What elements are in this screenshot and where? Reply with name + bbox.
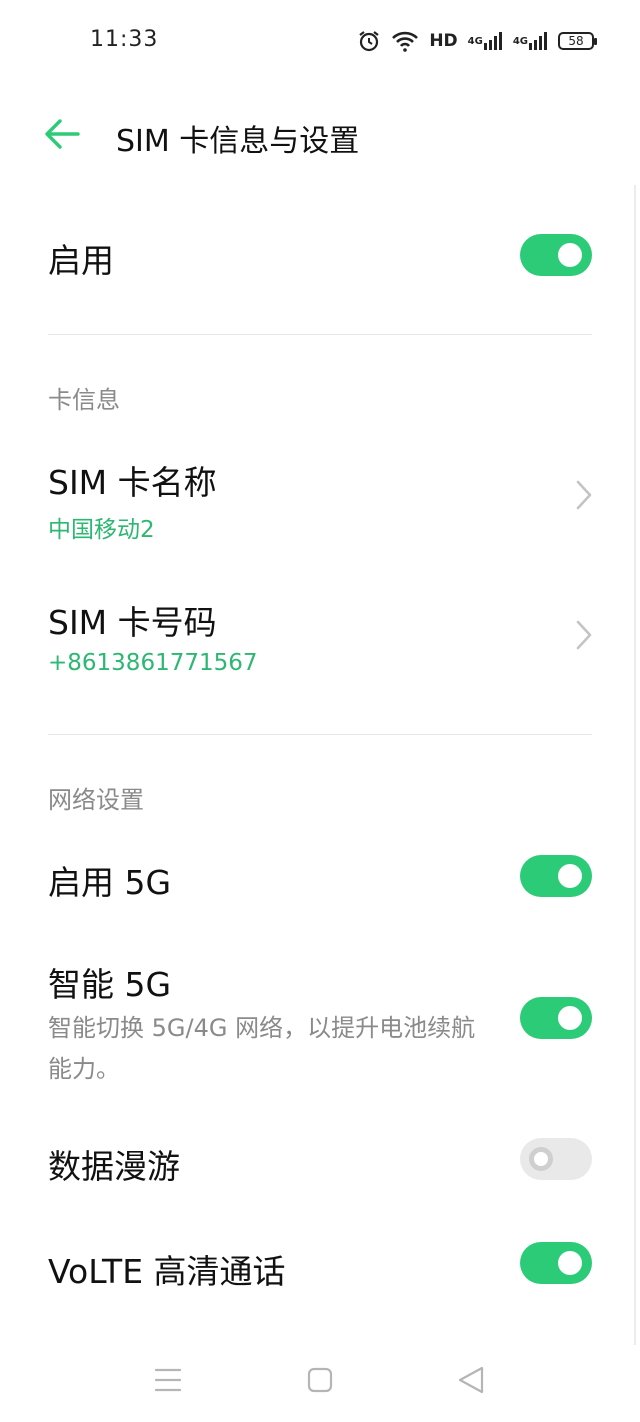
network-type-label: 4G [512, 35, 528, 47]
divider [48, 734, 592, 735]
alarm-icon [357, 29, 381, 53]
signal-icon: 4G [513, 31, 548, 51]
header: SIM 卡信息与设置 [0, 90, 640, 180]
sim-name-row[interactable]: SIM 卡名称 中国移动2 [0, 440, 640, 570]
sim-number-value: +8613861771567 [48, 650, 258, 676]
status-bar: 11:33 HD 4G 4G 58 [0, 0, 640, 84]
section-label-network-settings: 网络设置 [48, 786, 144, 814]
wifi-icon [391, 30, 419, 52]
network-type-label: 4G [467, 35, 483, 47]
home-button[interactable] [300, 1362, 340, 1398]
enable-toggle[interactable] [520, 234, 592, 276]
home-icon [307, 1367, 333, 1393]
toggle-knob [558, 864, 582, 888]
volte-row[interactable]: VoLTE 高清通话 [0, 1225, 640, 1315]
smart-5g-label: 智能 5G [48, 965, 172, 1004]
toggle-knob [558, 1251, 582, 1275]
enable-5g-row[interactable]: 启用 5G [0, 838, 640, 918]
smart-5g-toggle[interactable] [520, 997, 592, 1039]
sim-number-row[interactable]: SIM 卡号码 +8613861771567 [0, 580, 640, 710]
sim-name-label: SIM 卡名称 [48, 463, 217, 502]
data-roaming-label: 数据漫游 [48, 1147, 180, 1186]
data-roaming-row[interactable]: 数据漫游 [0, 1120, 640, 1210]
status-time: 11:33 [90, 27, 159, 52]
toggle-knob [529, 1147, 553, 1171]
navigation-bar [0, 1340, 640, 1422]
chevron-right-icon [576, 480, 592, 510]
section-label-card-info: 卡信息 [48, 386, 120, 414]
smart-5g-description: 智能切换 5G/4G 网络，以提升电池续航能力。 [48, 1014, 476, 1083]
back-arrow-icon [45, 119, 80, 149]
enable-label: 启用 [48, 241, 114, 280]
enable-row[interactable]: 启用 [0, 200, 640, 315]
back-icon [458, 1366, 484, 1394]
sim-name-value: 中国移动2 [48, 517, 155, 543]
data-roaming-toggle[interactable] [520, 1138, 592, 1180]
back-button[interactable] [40, 114, 84, 154]
battery-icon: 58 [558, 32, 597, 50]
hd-indicator: HD [429, 31, 458, 51]
signal-icon: 4G [468, 31, 503, 51]
volte-label: VoLTE 高清通话 [48, 1252, 286, 1291]
smart-5g-row[interactable]: 智能 5G 智能切换 5G/4G 网络，以提升电池续航能力。 [0, 940, 640, 1090]
toggle-knob [558, 243, 582, 267]
recent-apps-button[interactable] [148, 1362, 188, 1398]
back-nav-button[interactable] [452, 1362, 492, 1398]
page-title: SIM 卡信息与设置 [116, 124, 360, 159]
volte-toggle[interactable] [520, 1242, 592, 1284]
status-icons: HD 4G 4G 58 [357, 26, 597, 56]
enable-5g-label: 启用 5G [48, 863, 172, 902]
chevron-right-icon [576, 620, 592, 650]
toggle-knob [558, 1006, 582, 1030]
enable-5g-toggle[interactable] [520, 855, 592, 897]
sim-number-label: SIM 卡号码 [48, 603, 217, 642]
divider [48, 334, 592, 335]
menu-icon [154, 1368, 182, 1392]
